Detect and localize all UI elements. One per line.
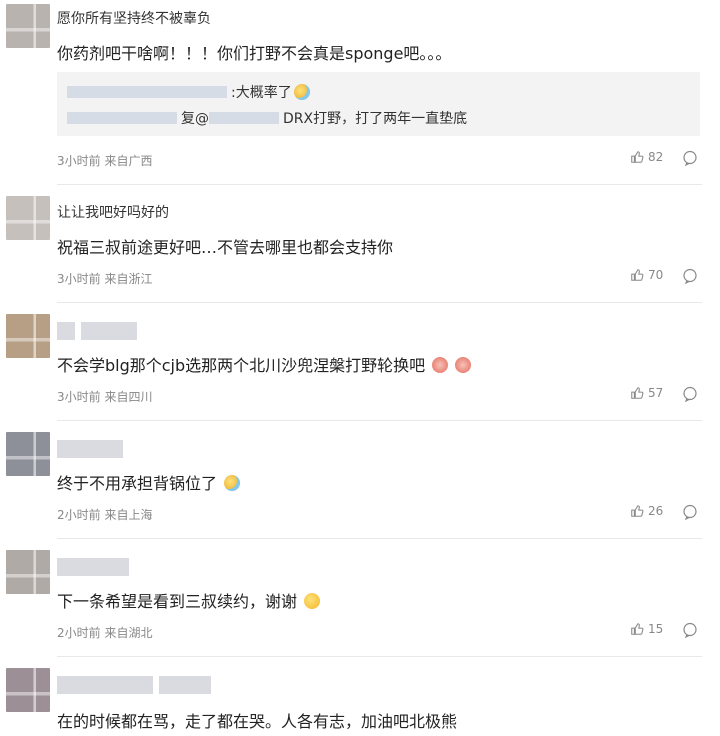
comment-meta: 3小时前 来自广西 bbox=[57, 154, 153, 168]
like-count: 26 bbox=[648, 504, 664, 518]
avatar[interactable] bbox=[6, 4, 50, 48]
comment-item: 让让我吧好吗好的 祝福三叔前途更好吧…不管去哪里也都会支持你 3小时前 来自浙江… bbox=[0, 190, 720, 300]
comment-item: 终于不用承担背锅位了 2小时前 来自上海 26 bbox=[0, 426, 720, 536]
quote-text-1: :大概率了 bbox=[231, 85, 292, 101]
like-button[interactable]: 82 bbox=[630, 150, 663, 164]
avatar[interactable] bbox=[6, 432, 50, 476]
blurred-username[interactable] bbox=[57, 676, 211, 694]
like-count: 82 bbox=[648, 150, 664, 164]
comment-text: 下一条希望是看到三叔续约，谢谢 bbox=[57, 588, 321, 612]
avatar[interactable] bbox=[6, 668, 50, 712]
crying-emoji-icon bbox=[293, 84, 310, 100]
blurred-username bbox=[67, 112, 177, 124]
laughing-crying-emoji-icon bbox=[224, 475, 241, 491]
avatar[interactable] bbox=[6, 550, 50, 594]
like-count: 57 bbox=[648, 386, 664, 400]
thumbs-up-icon bbox=[631, 387, 644, 399]
comment-reply-icon[interactable] bbox=[682, 268, 698, 284]
blurred-mention bbox=[209, 112, 279, 124]
comment-reply-icon[interactable] bbox=[682, 622, 698, 638]
laughing-emoji-icon bbox=[432, 357, 449, 373]
quote-text-2-prefix: 复@ bbox=[181, 111, 209, 127]
divider bbox=[57, 302, 702, 303]
comment-meta: 2小时前 来自湖北 bbox=[57, 626, 153, 640]
username[interactable]: 愿你所有坚持终不被辜负 bbox=[57, 8, 211, 28]
blurred-username[interactable] bbox=[57, 440, 123, 458]
thumbs-up-icon bbox=[631, 505, 644, 517]
divider bbox=[57, 184, 702, 185]
comment-text: 祝福三叔前途更好吧…不管去哪里也都会支持你 bbox=[57, 238, 394, 257]
thumbs-up-icon bbox=[631, 623, 644, 635]
comment-item: 不会学blg那个cjb选那两个北川沙兜涅槃打野轮换吧 3小时前 来自四川 57 bbox=[0, 308, 720, 418]
blurred-username bbox=[67, 86, 227, 98]
comment-text-content: 不会学blg那个cjb选那两个北川沙兜涅槃打野轮换吧 bbox=[57, 356, 426, 375]
quote-line-1: :大概率了 bbox=[67, 82, 310, 102]
comment-reply-icon[interactable] bbox=[682, 504, 698, 520]
avatar[interactable] bbox=[6, 196, 50, 240]
like-button[interactable]: 57 bbox=[630, 386, 663, 400]
comment-item: 下一条希望是看到三叔续约，谢谢 2小时前 来自湖北 15 bbox=[0, 544, 720, 654]
laughing-emoji-icon bbox=[455, 357, 472, 373]
quote-line-2: 复@ DRX打野，打了两年一直垫底 bbox=[67, 108, 467, 128]
comment-item: 愿你所有坚持终不被辜负 你药剂吧干啥啊！！！你们打野不会真是sponge吧。。。… bbox=[0, 0, 720, 180]
thumbs-up-icon bbox=[631, 151, 644, 163]
like-count: 70 bbox=[648, 268, 664, 282]
divider bbox=[57, 538, 702, 539]
comment-text: 终于不用承担背锅位了 bbox=[57, 470, 241, 494]
like-button[interactable]: 70 bbox=[630, 268, 663, 282]
like-button[interactable]: 26 bbox=[630, 504, 663, 518]
like-count: 15 bbox=[648, 622, 664, 636]
comment-item: 在的时候都在骂，走了都在哭。人各有志，加油吧北极熊 bbox=[0, 662, 720, 736]
comment-text: 不会学blg那个cjb选那两个北川沙兜涅槃打野轮换吧 bbox=[57, 352, 472, 376]
comment-meta: 3小时前 来自四川 bbox=[57, 390, 153, 404]
username[interactable]: 让让我吧好吗好的 bbox=[57, 202, 169, 222]
comment-text: 在的时候都在骂，走了都在哭。人各有志，加油吧北极熊 bbox=[57, 712, 458, 731]
avatar[interactable] bbox=[6, 314, 50, 358]
thumbs-up-icon bbox=[631, 269, 644, 281]
like-button[interactable]: 15 bbox=[630, 622, 663, 636]
blurred-username[interactable] bbox=[57, 558, 129, 576]
comment-text-content: 终于不用承担背锅位了 bbox=[57, 474, 218, 493]
smile-emoji-icon bbox=[304, 593, 321, 609]
comment-text-content: 你药剂吧干啥啊！！！你们打野不会真是sponge吧。。。 bbox=[57, 44, 452, 63]
divider bbox=[57, 656, 702, 657]
quoted-reply[interactable]: :大概率了 复@ DRX打野，打了两年一直垫底 bbox=[57, 72, 700, 136]
comment-reply-icon[interactable] bbox=[682, 386, 698, 402]
quote-text-2-suffix: DRX打野，打了两年一直垫底 bbox=[283, 111, 468, 127]
comment-text: 你药剂吧干啥啊！！！你们打野不会真是sponge吧。。。 bbox=[57, 40, 451, 64]
comment-text-content: 下一条希望是看到三叔续约，谢谢 bbox=[57, 592, 298, 611]
divider bbox=[57, 420, 702, 421]
comment-meta: 3小时前 来自浙江 bbox=[57, 272, 153, 286]
comment-meta: 2小时前 来自上海 bbox=[57, 508, 153, 522]
blurred-username[interactable] bbox=[57, 322, 137, 340]
comment-reply-icon[interactable] bbox=[682, 150, 698, 166]
